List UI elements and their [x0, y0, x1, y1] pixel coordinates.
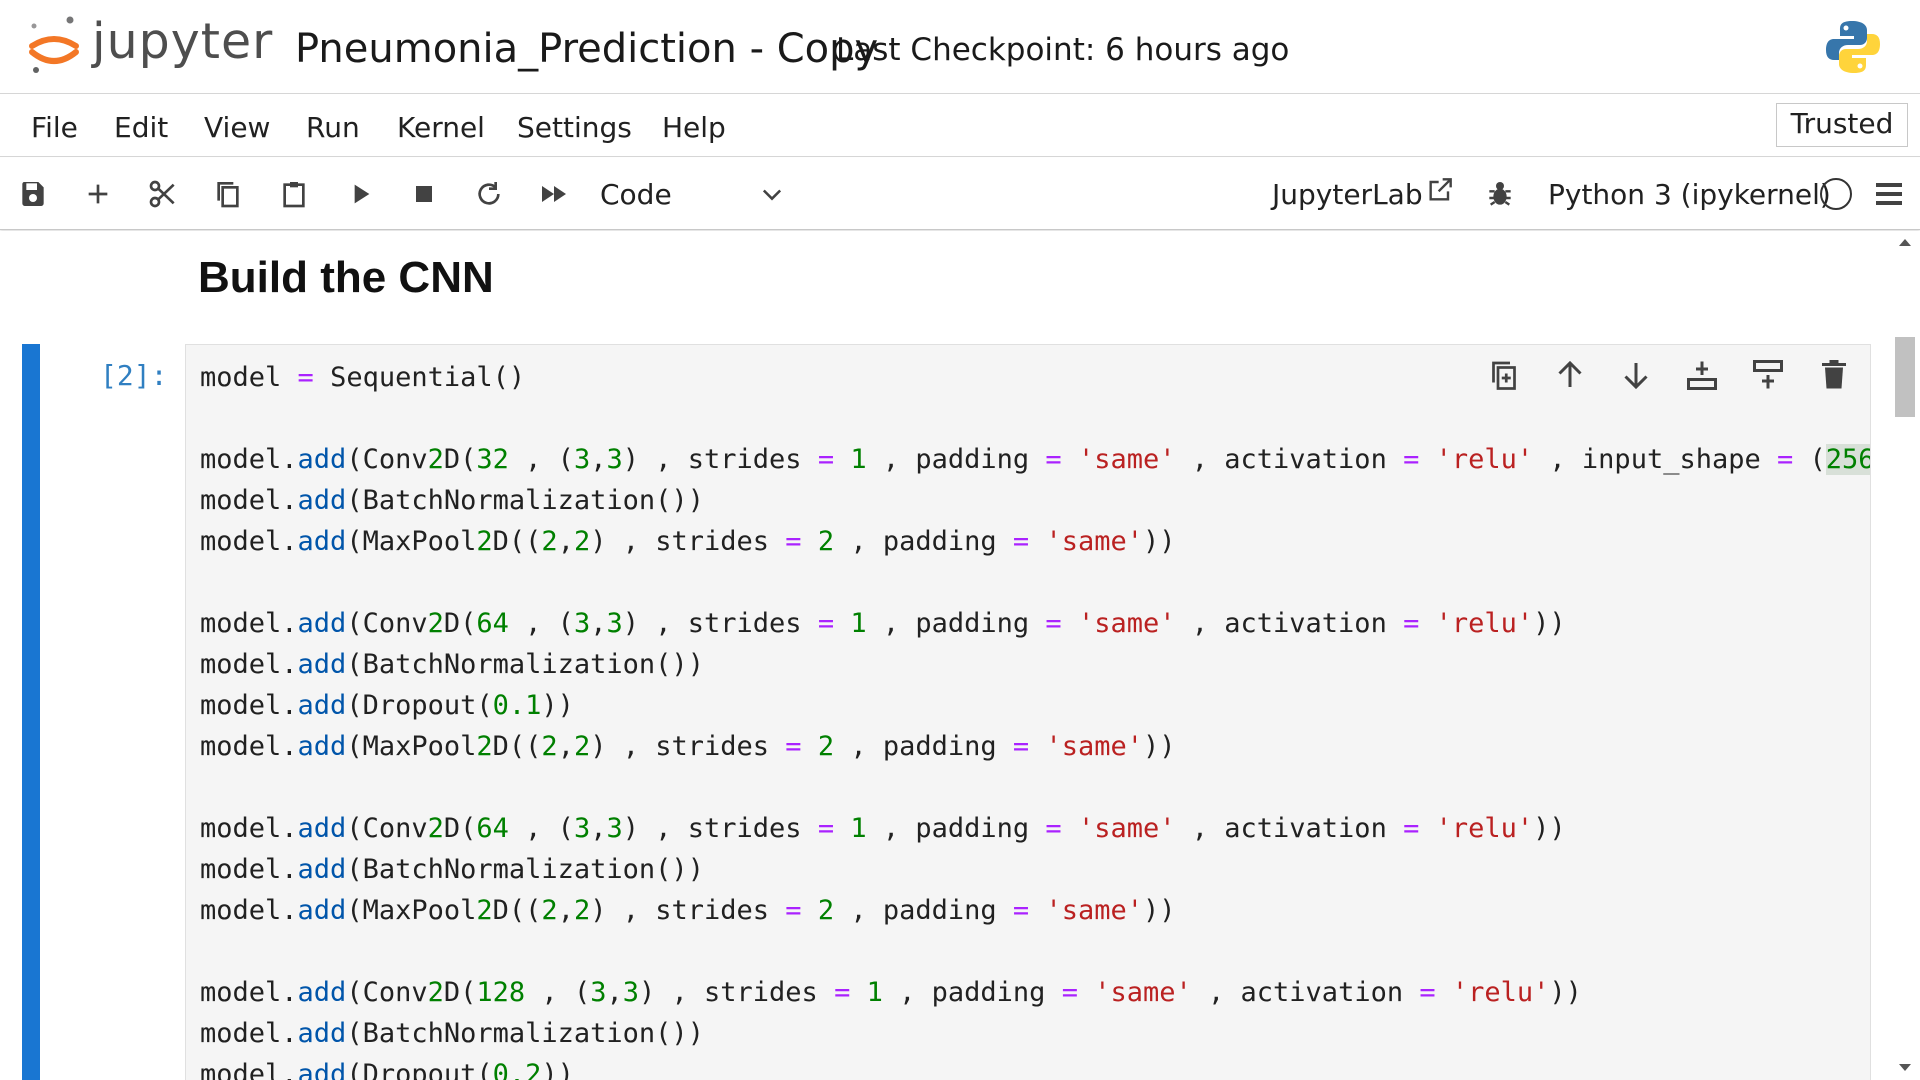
stop-icon[interactable]	[406, 176, 442, 212]
menu-run[interactable]: Run	[306, 111, 360, 144]
move-up-icon[interactable]	[1552, 357, 1588, 393]
menu-settings[interactable]: Settings	[517, 111, 632, 144]
menu-edit[interactable]: Edit	[114, 111, 168, 144]
trusted-badge[interactable]: Trusted	[1776, 103, 1908, 147]
code-line[interactable]: model.add(MaxPool2D((2,2) , strides = 2 …	[200, 726, 1870, 767]
code-line[interactable]: model.add(Conv2D(32 , (3,3) , strides = …	[200, 439, 1870, 480]
open-jupyterlab-link[interactable]: JupyterLab	[1272, 178, 1423, 211]
move-down-icon[interactable]	[1618, 357, 1654, 393]
code-line[interactable]	[200, 562, 1870, 603]
menu-bar: File Edit View Run Kernel Settings Help …	[0, 95, 1920, 157]
code-line[interactable]: model.add(MaxPool2D((2,2) , strides = 2 …	[200, 890, 1870, 931]
code-line[interactable]: model.add(Dropout(0.1))	[200, 685, 1870, 726]
top-header: jupyter Pneumonia_Prediction - Copy Last…	[0, 0, 1920, 94]
menu-hamburger-icon[interactable]	[1874, 180, 1904, 208]
notebook-toolbar: Code JupyterLab Python 3 (ipykernel)	[0, 158, 1920, 230]
code-line[interactable]	[200, 767, 1870, 808]
code-line[interactable]: model.add(BatchNormalization())	[200, 480, 1870, 521]
copy-icon[interactable]	[210, 176, 246, 212]
menu-help[interactable]: Help	[662, 111, 726, 144]
chevron-down-icon	[758, 180, 786, 208]
cell-type-select[interactable]: Code	[600, 170, 790, 218]
code-line[interactable]: model.add(BatchNormalization())	[200, 1013, 1870, 1054]
debugger-bug-icon[interactable]	[1484, 178, 1516, 210]
restart-icon[interactable]	[471, 176, 507, 212]
scrollbar-thumb[interactable]	[1895, 337, 1915, 417]
paste-icon[interactable]	[276, 176, 312, 212]
delete-icon[interactable]	[1816, 357, 1852, 393]
code-line[interactable]: model.add(MaxPool2D((2,2) , strides = 2 …	[200, 521, 1870, 562]
code-content[interactable]: model = Sequential() model.add(Conv2D(32…	[200, 357, 1870, 1080]
insert-below-icon[interactable]	[1684, 357, 1720, 393]
menu-file[interactable]: File	[31, 111, 78, 144]
code-line[interactable]: model.add(BatchNormalization())	[200, 644, 1870, 685]
code-line[interactable]	[200, 398, 1870, 439]
code-line[interactable]: model.add(BatchNormalization())	[200, 849, 1870, 890]
cell-type-label: Code	[600, 177, 672, 211]
active-cell-indicator[interactable]	[22, 344, 40, 1080]
checkpoint-status: Last Checkpoint: 6 hours ago	[836, 32, 1290, 68]
code-line[interactable]: model.add(Dropout(0.2))	[200, 1054, 1870, 1080]
scroll-down-arrow-icon[interactable]	[1898, 1063, 1912, 1073]
scroll-up-arrow-icon[interactable]	[1898, 237, 1912, 247]
notebook-title[interactable]: Pneumonia_Prediction - Copy	[295, 26, 878, 72]
run-all-icon[interactable]	[536, 176, 572, 212]
code-line[interactable]: model.add(Conv2D(64 , (3,3) , strides = …	[200, 808, 1870, 849]
kernel-name[interactable]: Python 3 (ipykernel)	[1548, 178, 1831, 211]
menu-kernel[interactable]: Kernel	[397, 111, 485, 144]
cut-icon[interactable]	[145, 176, 181, 212]
external-link-icon[interactable]	[1424, 174, 1456, 206]
code-line[interactable]	[200, 931, 1870, 972]
kernel-idle-indicator	[1820, 178, 1852, 210]
menu-view[interactable]: View	[204, 111, 270, 144]
run-icon[interactable]	[342, 176, 378, 212]
jupyter-wordmark[interactable]: jupyter	[92, 13, 273, 70]
notebook-panel: Build the CNN [2]: model = Sequential() …	[0, 231, 1920, 1080]
add-cell-icon[interactable]	[80, 176, 116, 212]
cell-prompt: [2]:	[100, 359, 168, 392]
vertical-scrollbar[interactable]	[1890, 231, 1920, 1080]
code-cell-editor[interactable]: model = Sequential() model.add(Conv2D(32…	[185, 344, 1871, 1080]
insert-above-icon[interactable]	[1750, 357, 1786, 393]
code-line[interactable]: model.add(Conv2D(64 , (3,3) , strides = …	[200, 603, 1870, 644]
duplicate-icon[interactable]	[1486, 357, 1522, 393]
code-line[interactable]: model.add(Conv2D(128 , (3,3) , strides =…	[200, 972, 1870, 1013]
python-logo-icon	[1824, 18, 1882, 76]
jupyter-logo-icon[interactable]	[26, 12, 82, 76]
save-icon[interactable]	[15, 176, 51, 212]
markdown-heading[interactable]: Build the CNN	[198, 253, 494, 303]
